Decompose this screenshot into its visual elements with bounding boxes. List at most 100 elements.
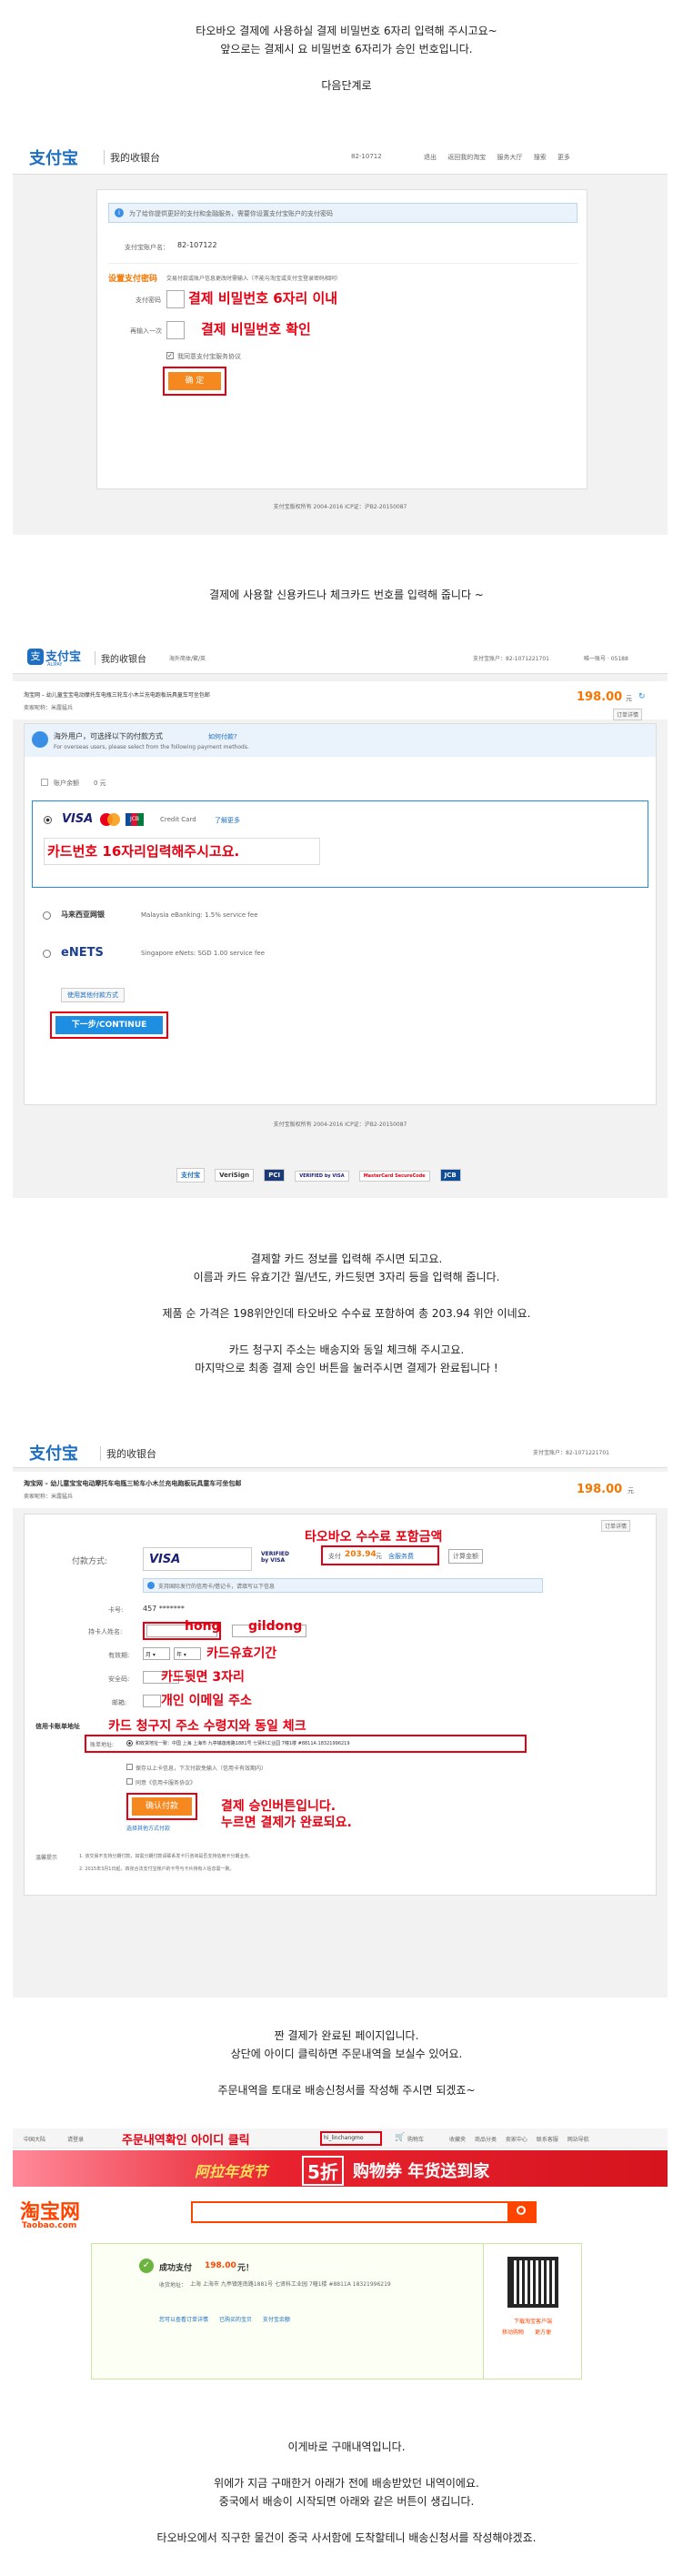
caption-line: 결제에 사용할 신용카드나 체크카드 번호를 입력해 줍니다 ~ (209, 589, 484, 601)
month-select[interactable]: 月 ▾ (143, 1647, 170, 1660)
more-link[interactable]: 更多 (557, 154, 570, 161)
year-select[interactable]: 年 ▾ (174, 1647, 201, 1660)
submit-button[interactable]: 确认付款 (132, 1797, 192, 1816)
info-icon (147, 1582, 155, 1589)
expiry-annot: 카드유효기간 (206, 1646, 277, 1661)
account-id: 支付宝账户：82-1071221701 (533, 1450, 609, 1456)
my-taobao-link[interactable]: 返回我的淘宝 (447, 154, 486, 161)
login-link[interactable]: 请登录 (67, 2135, 84, 2143)
caption-line (0, 1286, 693, 1304)
password-confirm-input[interactable] (166, 321, 185, 339)
service-link[interactable]: 服务大厅 (497, 154, 522, 161)
calc-button[interactable]: 计算金额 (448, 1549, 483, 1564)
caption-line (0, 1323, 693, 1341)
caption-line: 마지막으로 최종 결제 승인 버튼을 눌러주시면 결제가 완료됩니다 ! (195, 1362, 498, 1374)
balance-checkbox[interactable] (41, 779, 48, 786)
support-link[interactable]: 联系客服 (537, 2137, 558, 2143)
jcb-icon: JCB (126, 813, 144, 826)
bought-items-link[interactable]: 已购买的宝贝 (219, 2317, 252, 2323)
order-bar: 淘宝网 – 幼儿童宝宝电动摩托车电瓶三轮车小木兰充电跑板玩具童车可坐包邮 卖家昵… (13, 681, 668, 720)
user-id-link[interactable]: hi_linchangmo (324, 2135, 364, 2141)
cart-link[interactable]: 购物车 (407, 2135, 424, 2143)
password-panel: i 为了给你提供更好的支付和金融服务，需要你设置支付宝账户的支付密码 支付宝账户… (96, 189, 588, 489)
bill-radio[interactable] (126, 1740, 133, 1746)
notice-bar: i 为了给你提供更好的支付和金融服务，需要你设置支付宝账户的支付密码 (108, 203, 578, 223)
language-select[interactable]: 海外简体/繁/英 (169, 654, 206, 662)
other-method-button[interactable]: 使用其他付款方式 (61, 988, 125, 1002)
order-detail-link[interactable]: 您可以查看订单详情 (159, 2317, 208, 2323)
order-title: 淘宝网 – 幼儿童宝宝电动摩托车电瓶三轮车小木兰充电跑板玩具童车可坐包邮 (24, 1480, 242, 1487)
credit-card-radio[interactable] (44, 816, 52, 824)
favorites-link[interactable]: 收藏夹 (449, 2137, 466, 2143)
order-title: 淘宝网 – 幼儿童宝宝电动摩托车电瓶三轮车小木兰充电跑板玩具童车可坐包邮 (24, 692, 210, 699)
verisign-badge: VeriSign (215, 1169, 255, 1182)
seller-center-link[interactable]: 卖家中心 (506, 2137, 527, 2143)
promo-banner[interactable]: 阿拉年货节 5折 购物券 年货送到家 (13, 2150, 668, 2187)
save-info-checkbox[interactable] (126, 1764, 133, 1770)
singapore-radio[interactable] (43, 950, 51, 958)
overseas-link[interactable]: 如何付款? (208, 732, 237, 741)
caption-3: 결제할 카드 정보를 입력해 주시면 되고요. 이름과 카드 유효기간 월/년도… (0, 1250, 693, 1377)
pw-annotation: 결제 비밀번호 6자리 이내 (188, 290, 338, 307)
divider (108, 263, 578, 264)
site-nav-link[interactable]: 网站导航 (567, 2137, 589, 2143)
order-amount: 198.00 (577, 1483, 623, 1496)
credit-card-option[interactable]: VISA JCB Credit Card 了解更多 카드번호 16자리입력해주시… (32, 800, 648, 888)
card-no-value: 457 ******* (143, 1605, 185, 1613)
banner-left: 阿拉年货节 (195, 2163, 268, 2180)
expiry-label: 有效期: (108, 1652, 130, 1659)
fee-link[interactable]: 含服务费 (388, 1552, 414, 1561)
taobao-header: 淘宝网 Taobao.com (13, 2190, 668, 2239)
logout-link[interactable]: 退出 (424, 154, 437, 161)
seller: 卖家昵称：米露猛兵 (24, 705, 74, 711)
email-input[interactable] (143, 1695, 161, 1707)
caption-line: 이름과 카드 유효기간 월/년도, 카드뒷면 3자리 등을 입력해 줍니다. (193, 1271, 500, 1283)
region[interactable]: 中国大陆 (24, 2135, 45, 2143)
order-detail-tab[interactable]: 订单详情 (601, 1520, 631, 1532)
visa-icon: VISA (149, 1553, 181, 1566)
notice-text: 为了给你提供更好的支付和金融服务，需要你设置支付宝账户的支付密码 (129, 210, 333, 217)
success-amount: 198.00 (205, 2261, 236, 2270)
month-value: 月 (146, 1652, 152, 1658)
verified-by-visa-icon: VERIFIED by VISA (261, 1551, 290, 1564)
order-detail-tab[interactable]: 订单详情 (613, 709, 643, 720)
learn-more-link[interactable]: 了解更多 (215, 816, 240, 825)
back-link[interactable]: 选择其他方式付款 (126, 1824, 170, 1832)
agree-checkbox[interactable]: ✓ (166, 352, 174, 359)
qr-text-1: 下载淘宝客户端 (513, 2319, 552, 2325)
agree-text: 同意《信用卡服务协议》 (136, 1780, 196, 1786)
malaysia-radio[interactable] (43, 911, 51, 920)
card-form-panel: 订单详情 付款方式: VISA VERIFIED by VISA 타오바오 수수료… (24, 1514, 657, 1896)
submit-annot-2: 누르면 결제가 완료되요. (221, 1816, 352, 1830)
caption-line: 위에가 지금 구매한거 아래가 전에 배송받았던 내역이에요. (214, 2477, 479, 2490)
caption-line (0, 2511, 693, 2529)
pw2-annotation: 결제 비밀번호 확인 (201, 321, 311, 337)
visa-selected[interactable]: VISA (143, 1547, 252, 1571)
caption-line: 이게바로 구매내역입니다. (287, 2440, 406, 2453)
pw2-label: 再输入一次 (130, 327, 162, 335)
category-link[interactable]: 商品分类 (475, 2137, 497, 2143)
search-icon (517, 2206, 526, 2215)
caption-line: 앞으로는 결제시 요 비밀번호 6자리가 승인 번호입니다. (220, 43, 473, 55)
balance-value: 0 元 (94, 780, 106, 787)
visa-icon: VISA (62, 812, 94, 826)
pay-total-suffix: 元 (376, 1553, 382, 1560)
overseas-en: For overseas users, please select from t… (54, 744, 249, 750)
caption-line: 상단에 아이디 클릭하면 주문내역을 보실수 있어요. (230, 2048, 463, 2060)
caption-line (0, 58, 693, 76)
cvv-label: 安全码: (108, 1675, 130, 1683)
confirm-button[interactable]: 确 定 (168, 372, 221, 390)
info-text: 支持国际发行的信用卡/借记卡，请填写以下信息 (158, 1584, 276, 1590)
search-link[interactable]: 搜索 (534, 154, 547, 161)
balance-link[interactable]: 支付宝余额 (263, 2317, 290, 2323)
caption-line: 결제할 카드 정보를 입력해 주시면 되고요. (250, 1253, 443, 1265)
password-input[interactable] (166, 290, 185, 308)
enets-logo: eNETS (61, 946, 104, 960)
footer-text: 支付宝版权所有 2004-2016 ICP证：沪B2-20150087 (273, 1122, 407, 1128)
search-input[interactable] (191, 2201, 537, 2223)
continue-button[interactable]: 下一步/CONTINUE (55, 1016, 163, 1034)
agree-checkbox[interactable] (126, 1778, 133, 1785)
search-button[interactable] (507, 2201, 537, 2223)
qr-text-3: 更方便 (535, 2329, 552, 2336)
address-value: 上海 上海市 九亭镇莲南路1881号 七贤科工业园 7幢1楼 #8811A 18… (190, 2281, 391, 2288)
